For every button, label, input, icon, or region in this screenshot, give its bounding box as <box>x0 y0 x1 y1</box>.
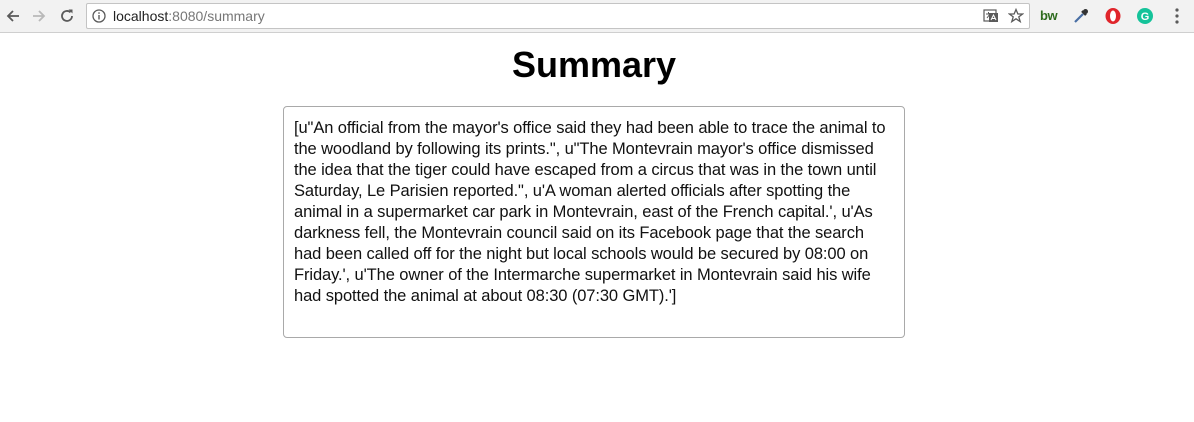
svg-text:G: G <box>1141 11 1150 23</box>
eyedropper-button[interactable] <box>1072 7 1090 25</box>
star-icon[interactable] <box>1008 8 1024 24</box>
bw-extension-icon: bw <box>1040 8 1058 23</box>
back-arrow-icon <box>6 10 19 22</box>
opera-button[interactable] <box>1104 7 1122 25</box>
info-icon[interactable] <box>92 9 106 23</box>
eyedropper-icon <box>1074 9 1088 23</box>
forward-button[interactable] <box>28 5 50 27</box>
menu-dots-icon <box>1175 8 1179 24</box>
bw-extension-button[interactable]: bw <box>1040 7 1060 25</box>
translate-icon[interactable] <box>983 8 999 24</box>
reload-icon <box>61 9 73 22</box>
address-bar[interactable]: localhost:8080/summary <box>86 3 1030 29</box>
browser-menu-button[interactable] <box>1170 7 1184 25</box>
url-path: :8080/summary <box>168 8 265 24</box>
reload-button[interactable] <box>56 5 78 27</box>
grammarly-button[interactable]: G <box>1136 7 1154 25</box>
url-text[interactable]: localhost:8080/summary <box>113 4 265 28</box>
browser-toolbar: localhost:8080/summary bw G <box>0 0 1194 33</box>
back-button[interactable] <box>2 5 24 27</box>
url-host: localhost <box>113 8 169 24</box>
opera-icon <box>1105 8 1121 24</box>
forward-arrow-icon <box>33 10 46 22</box>
grammarly-icon: G <box>1137 8 1153 24</box>
summary-textarea[interactable]: [u"An official from the mayor's office s… <box>283 106 905 338</box>
page-title: Summary <box>511 44 677 85</box>
